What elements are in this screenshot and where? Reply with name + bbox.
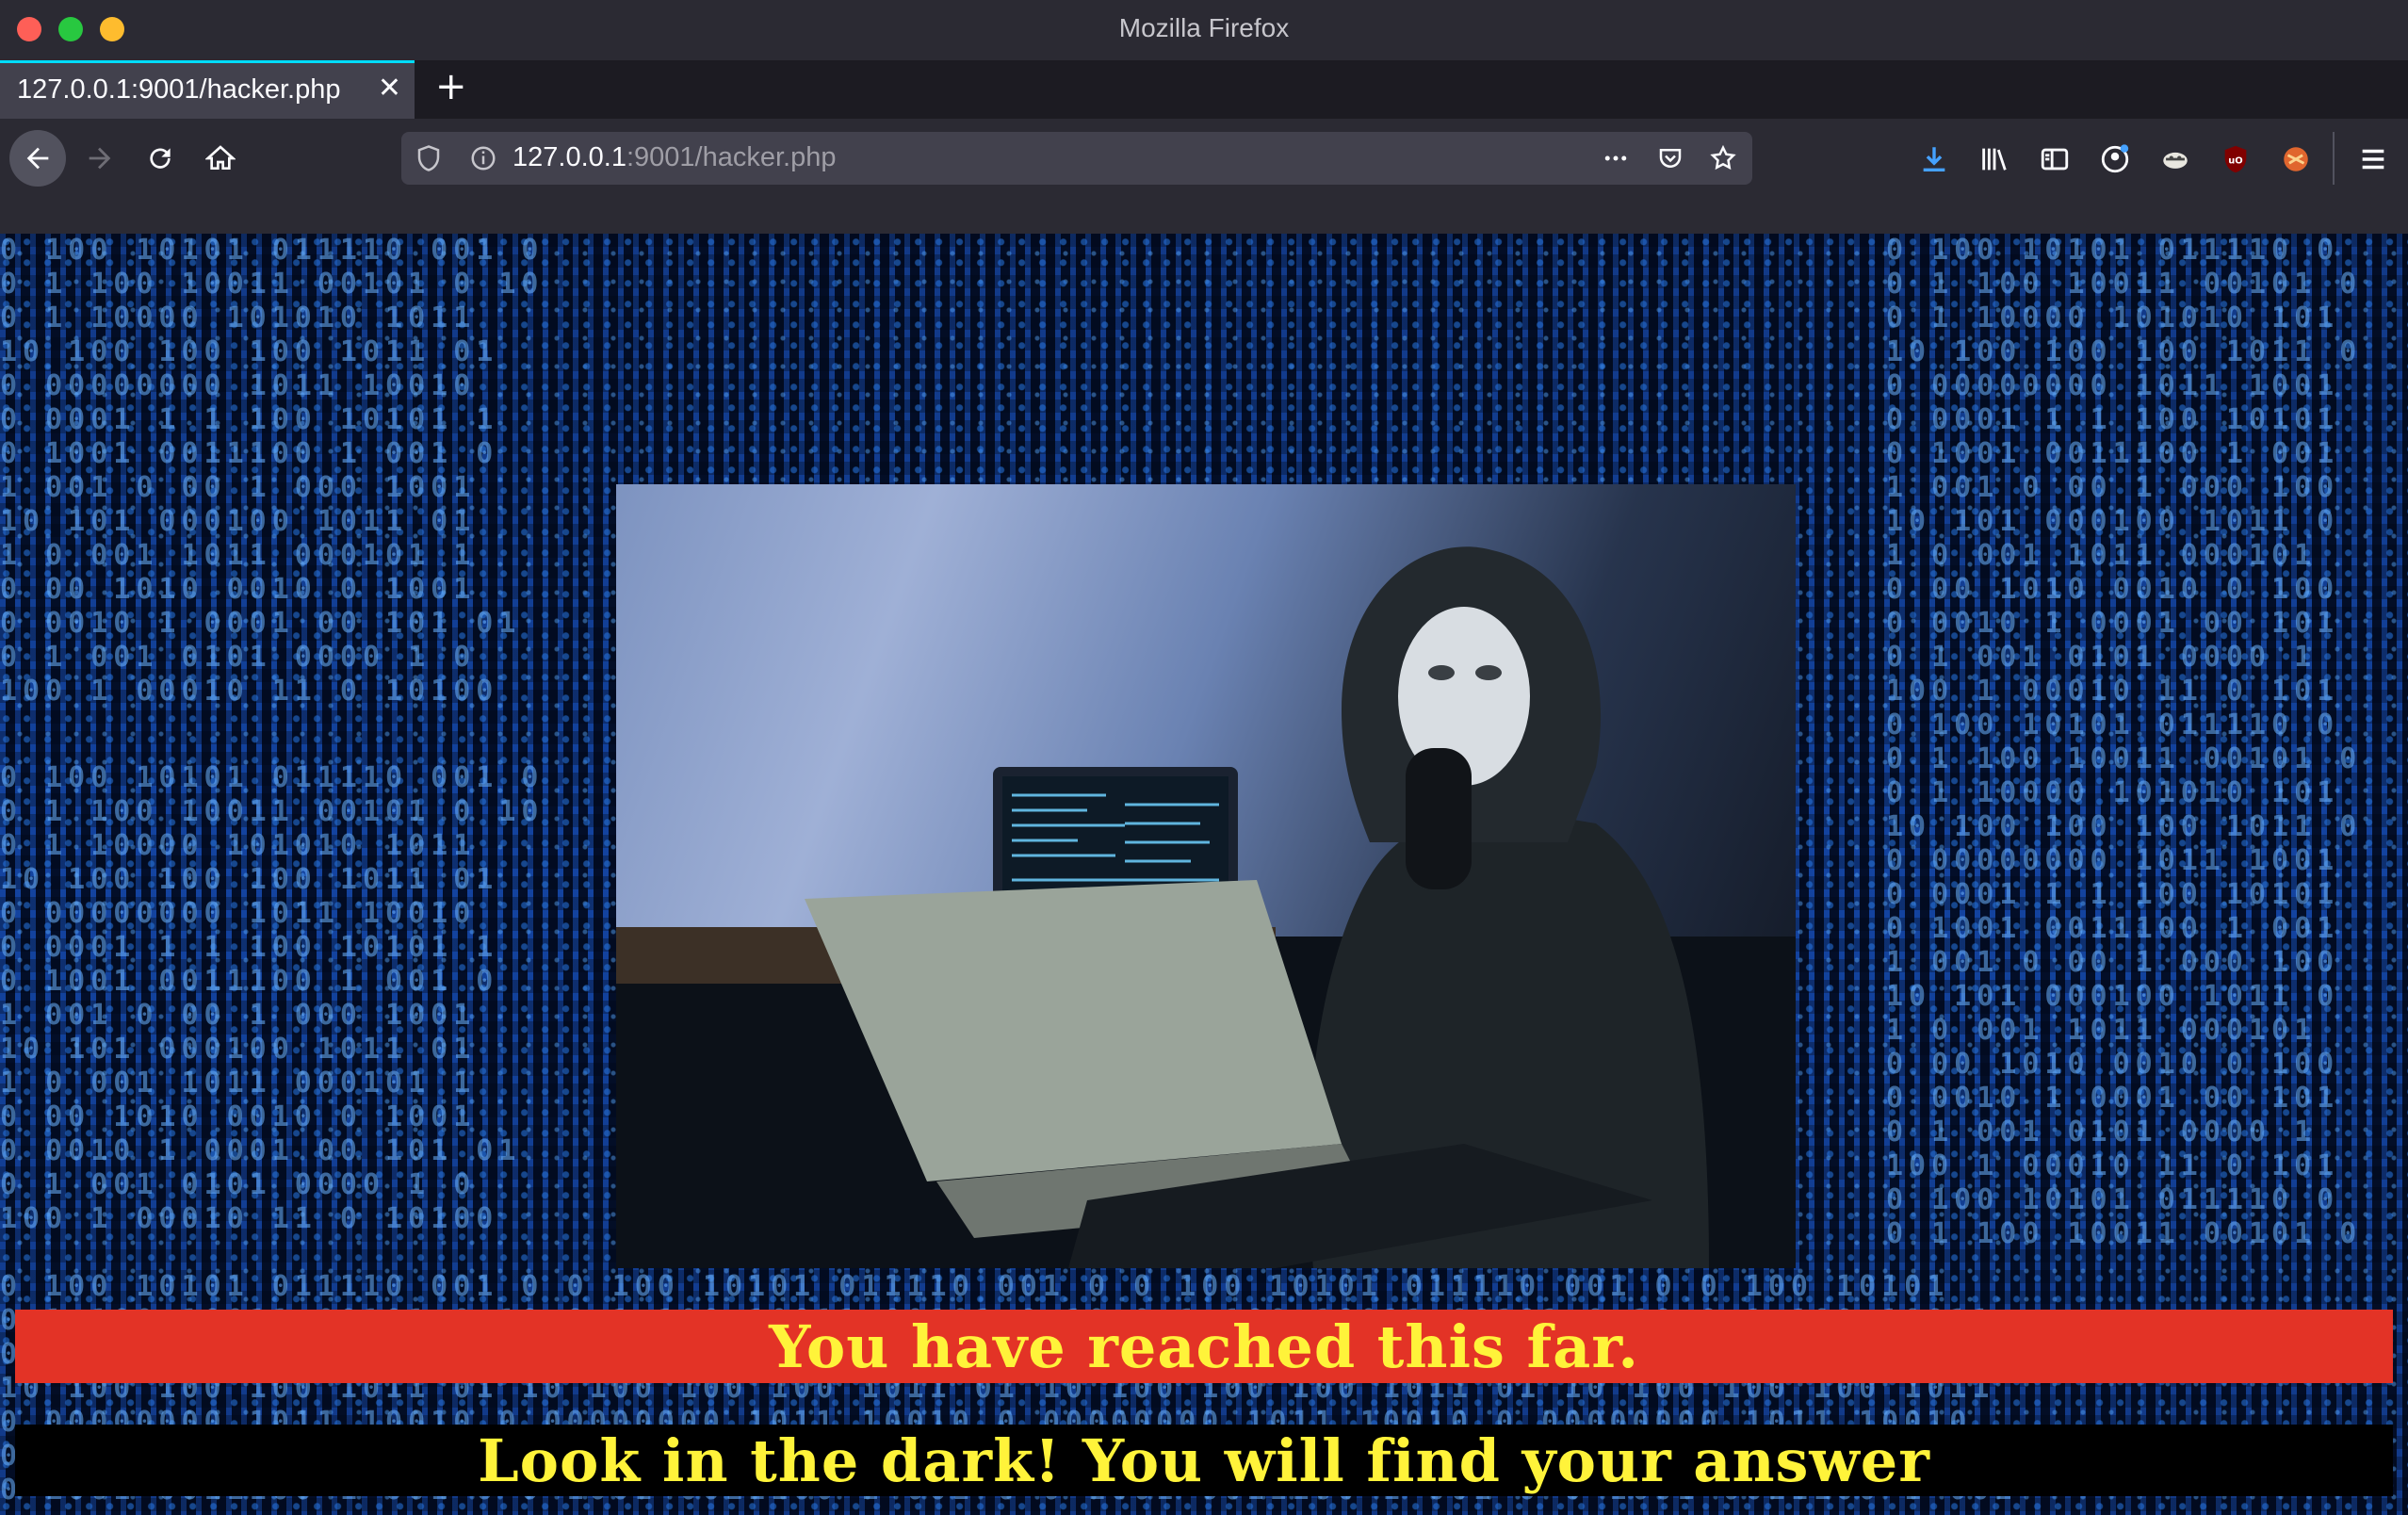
hint-text: Look in the dark! You will find your ans…	[478, 1425, 1930, 1495]
addon-icon[interactable]	[2280, 143, 2312, 175]
binary-background-left-top: 0 100 10101 011110 001 0 0 1 100 10011 0…	[0, 234, 545, 708]
ublock-icon[interactable]: uO	[2220, 143, 2252, 175]
sidebar-icon[interactable]	[2039, 143, 2071, 175]
reload-button[interactable]	[132, 130, 188, 187]
info-icon[interactable]	[469, 144, 497, 172]
home-icon	[205, 145, 236, 170]
tab-label: 127.0.0.1:9001/hacker.php	[17, 74, 341, 105]
toolbar-spacer	[0, 198, 2408, 234]
bookmark-star-icon[interactable]	[1709, 144, 1737, 172]
binary-background-right: 0 100 10101 011110 0 0 1 100 10011 00101…	[1886, 234, 2363, 1250]
reload-icon	[150, 148, 171, 169]
hamburger-menu-icon[interactable]	[2357, 143, 2389, 175]
headline-text: You have reached this far.	[769, 1311, 1639, 1381]
account-icon[interactable]	[2099, 143, 2131, 175]
shield-icon[interactable]	[415, 144, 443, 172]
window-titlebar: Mozilla Firefox	[0, 0, 2408, 61]
back-button[interactable]	[9, 130, 66, 187]
page-content: 0 100 10101 011110 001 0 0 1 100 10011 0…	[0, 234, 2408, 1515]
svg-text:uO: uO	[2228, 155, 2242, 166]
headline-banner: You have reached this far.	[15, 1310, 2393, 1383]
more-options-icon[interactable]	[1602, 144, 1630, 172]
download-icon[interactable]	[1918, 143, 1950, 175]
back-arrow-icon	[26, 147, 49, 170]
forward-arrow-icon	[89, 147, 111, 170]
new-tab-button[interactable]: +	[435, 66, 467, 107]
url-bar[interactable]: 127.0.0.1:9001/hacker.php	[401, 132, 1752, 185]
library-icon[interactable]	[1978, 143, 2010, 175]
pocket-icon[interactable]	[1656, 144, 1684, 172]
toolbar-separator	[2333, 132, 2335, 185]
url-host: 127.0.0.1	[513, 142, 626, 172]
navigation-toolbar: 127.0.0.1:9001/hacker.php uO	[0, 119, 2408, 198]
extension-icon[interactable]	[2159, 143, 2191, 175]
url-path: :9001/hacker.php	[626, 142, 837, 172]
hacker-illustration	[616, 546, 1796, 1268]
window-title: Mozilla Firefox	[1118, 13, 1290, 42]
url-text[interactable]: 127.0.0.1:9001/hacker.php	[513, 142, 836, 173]
tab-close-icon[interactable]: ✕	[378, 73, 401, 105]
home-button[interactable]	[192, 130, 249, 187]
forward-button[interactable]	[72, 130, 128, 187]
hacker-image	[616, 484, 1796, 1268]
tab-active[interactable]: 127.0.0.1:9001/hacker.php ✕	[0, 60, 415, 119]
binary-background-left-bottom: 0 100 10101 011110 001 0 0 1 100 10011 0…	[0, 761, 545, 1235]
tab-strip: 127.0.0.1:9001/hacker.php ✕ +	[0, 60, 2408, 119]
hint-banner: Look in the dark! You will find your ans…	[15, 1425, 2393, 1496]
